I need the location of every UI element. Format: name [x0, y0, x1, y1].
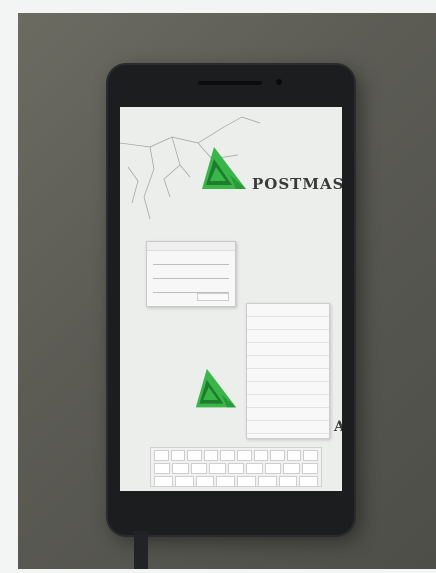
keyboard-key — [154, 476, 173, 487]
front-camera — [276, 79, 282, 85]
menu-row — [247, 317, 329, 330]
green-triangle-logo-icon — [202, 147, 246, 189]
keyboard-key — [253, 450, 269, 461]
phone-screen: POSTMAS A — [120, 107, 342, 491]
keyboard-key — [154, 450, 169, 461]
green-triangle-logo-icon — [195, 368, 237, 408]
dialog-buttons — [197, 293, 229, 301]
usb-cable — [134, 531, 148, 569]
menu-row — [247, 369, 329, 382]
keyboard-row — [151, 461, 321, 474]
keyboard-key — [227, 463, 245, 474]
keyboard-key — [283, 463, 300, 474]
keyboard-key — [154, 463, 171, 474]
smartphone: POSTMAS A — [108, 65, 354, 535]
dialog-field — [153, 271, 229, 279]
keyboard-key — [174, 476, 194, 487]
keyboard-key — [170, 450, 186, 461]
keyboard-key — [187, 450, 202, 461]
keyboard-row — [151, 448, 321, 461]
menu-row — [247, 408, 329, 421]
keyboard-key — [278, 476, 298, 487]
keyboard-key — [237, 476, 256, 487]
menu-row — [247, 421, 329, 434]
menu-panel — [246, 303, 330, 439]
keyboard-key — [301, 463, 318, 474]
menu-row — [247, 356, 329, 369]
keyboard-key — [195, 476, 215, 487]
keyboard-key — [220, 450, 235, 461]
dialog-titlebar — [147, 242, 235, 251]
phone-earpiece — [198, 81, 262, 85]
photo: POSTMAS A — [18, 13, 436, 569]
keyboard-key — [209, 463, 226, 474]
keyboard-key — [264, 463, 282, 474]
keyboard-key — [257, 476, 277, 487]
keyboard-key — [203, 450, 219, 461]
keyboard-key — [303, 450, 318, 461]
keyboard-key — [286, 450, 302, 461]
menu-row — [247, 304, 329, 317]
menu-row — [247, 395, 329, 408]
dialog-field — [153, 257, 229, 265]
menu-row — [247, 382, 329, 395]
keyboard-key — [299, 476, 318, 487]
brand-text: POSTMAS — [252, 175, 342, 193]
keyboard-row — [151, 474, 321, 487]
dialog-window — [146, 241, 236, 307]
menu-row — [247, 343, 329, 356]
keyboard-key — [172, 463, 189, 474]
on-screen-keyboard — [150, 447, 322, 487]
keyboard-key — [270, 450, 285, 461]
dialog-field — [153, 285, 229, 293]
brand-text-bottom: AS — [334, 419, 342, 435]
keyboard-key — [216, 476, 235, 487]
keyboard-key — [236, 450, 252, 461]
keyboard-key — [246, 463, 263, 474]
keyboard-key — [190, 463, 208, 474]
menu-row — [247, 330, 329, 343]
